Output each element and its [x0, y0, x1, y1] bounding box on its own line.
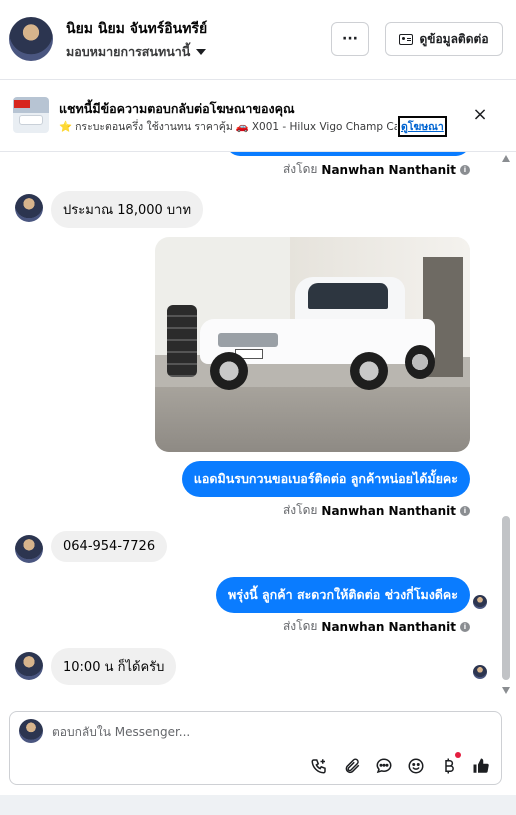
assign-conversation-dropdown[interactable]: มอบหมายการสนทนานี้	[66, 42, 207, 62]
thumbs-up-icon[interactable]	[471, 756, 491, 776]
ad-banner-title: แชทนี้มีข้อความตอบกลับต่อโฆษณาของคุณ	[59, 101, 295, 116]
caret-down-icon	[196, 49, 207, 55]
info-icon[interactable]: i	[460, 621, 470, 632]
incoming-message[interactable]: 10:00 น ก็ได้ครับ	[51, 648, 177, 685]
baht-icon[interactable]	[439, 756, 459, 776]
scroll-down-arrow-icon[interactable]	[502, 687, 510, 694]
window-bottom-strip	[0, 795, 516, 815]
ad-subtitle-text-2: X001 - Hilux Vigo Champ Cab...	[251, 120, 397, 133]
incoming-message[interactable]: 064-954-7726	[51, 531, 168, 562]
reply-input[interactable]	[52, 722, 472, 742]
contact-avatar-small[interactable]	[15, 652, 43, 680]
ad-reply-banner: แชทนี้มีข้อความตอบกลับต่อโฆษณาของคุณ ⭐ ก…	[0, 80, 516, 152]
view-ad-link[interactable]: ดูโฆษณา	[398, 116, 447, 137]
outgoing-image[interactable]	[155, 237, 470, 452]
outgoing-message[interactable]: แอดมินรบกวนขอเบอร์ติดต่อ ลูกค้าหน่อยได้ม…	[181, 461, 470, 497]
car-icon: 🚗	[235, 121, 249, 133]
sent-by-prefix: ส่งโดย	[282, 162, 318, 176]
message-list[interactable]: ส่งโดย Nanwhan Nanthanit i ประมาณ 18,000…	[0, 152, 500, 697]
contact-avatar[interactable]	[9, 17, 53, 61]
paperclip-icon[interactable]	[342, 756, 362, 776]
sent-by-label: ส่งโดย Nanwhan Nanthanit i	[283, 617, 470, 636]
info-icon[interactable]: i	[460, 164, 470, 175]
incoming-message[interactable]: ประมาณ 18,000 บาท	[51, 191, 204, 228]
page-avatar	[19, 719, 43, 743]
contact-avatar-small[interactable]	[15, 535, 43, 563]
more-options-button[interactable]: ···	[331, 22, 369, 56]
sent-by-sender: Nanwhan Nanthanit	[321, 619, 456, 634]
chat-header: นิยม นิยม จันทร์อินทรีย์ มอบหมายการสนทนา…	[0, 0, 516, 80]
scrollbar-thumb[interactable]	[502, 516, 510, 680]
contact-card-icon	[399, 33, 414, 45]
assign-conversation-label: มอบหมายการสนทนานี้	[66, 44, 191, 59]
sent-by-label: ส่งโดย Nanwhan Nanthanit i	[283, 501, 470, 520]
sent-by-sender: Nanwhan Nanthanit	[321, 503, 456, 518]
ad-banner-subtitle: ⭐ กระบะตอนครึ่ง ใช้งานทน ราคาคุ้ม 🚗 X001…	[59, 118, 397, 135]
star-icon: ⭐	[59, 121, 73, 133]
call-add-icon[interactable]	[309, 756, 329, 776]
ad-subtitle-text-1: กระบะตอนครึ่ง ใช้งานทน ราคาคุ้ม	[75, 121, 233, 133]
emoji-icon[interactable]	[406, 756, 426, 776]
contact-name[interactable]: นิยม นิยม จันทร์อินทรีย์	[66, 18, 207, 40]
outgoing-bubble-partial	[226, 152, 470, 156]
message-scrollbar[interactable]	[500, 152, 512, 697]
sent-by-prefix: ส่งโดย	[282, 619, 318, 633]
view-contact-label: ดูข้อมูลติดต่อ	[419, 31, 489, 46]
more-icon: ···	[342, 31, 358, 47]
view-contact-button[interactable]: ดูข้อมูลติดต่อ	[385, 22, 503, 56]
scroll-up-arrow-icon[interactable]	[502, 155, 510, 162]
sent-by-prefix: ส่งโดย	[282, 503, 318, 517]
ad-thumbnail	[13, 97, 49, 133]
contact-avatar-small[interactable]	[15, 194, 43, 222]
read-receipt-avatar	[473, 665, 487, 679]
sent-by-label: ส่งโดย Nanwhan Nanthanit i	[283, 160, 470, 179]
notification-dot	[455, 752, 461, 758]
chat-bubble-icon[interactable]	[374, 756, 394, 776]
message-composer	[9, 711, 502, 785]
close-icon[interactable]: ×	[470, 104, 490, 125]
read-receipt-avatar	[473, 595, 487, 609]
outgoing-message[interactable]: พรุ่งนี้ ลูกค้า สะดวกให้ติดต่อ ช่วงกี่โม…	[216, 577, 470, 613]
sent-by-sender: Nanwhan Nanthanit	[321, 162, 456, 177]
info-icon[interactable]: i	[460, 505, 470, 516]
